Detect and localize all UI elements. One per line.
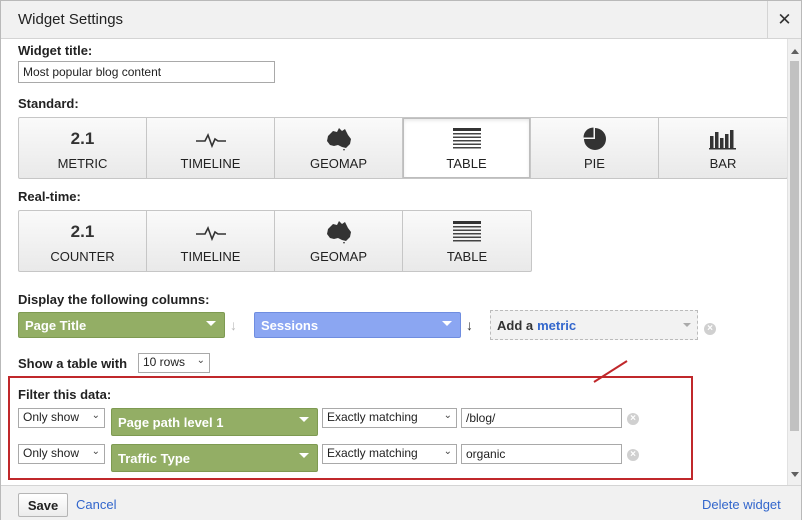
filter-match-value: Exactly matching: [327, 446, 418, 460]
realtime-viz-group: 2.1 COUNTER TIMELINE GEOMAP TABLE: [18, 210, 532, 272]
metric-value: Sessions: [261, 317, 319, 333]
sort-arrow-icon[interactable]: ↓: [466, 317, 473, 333]
standard-viz-group: 2.1 METRIC TIMELINE GEOMAP TABLE PIE BAR: [18, 117, 787, 179]
dialog-title: Widget Settings: [18, 11, 124, 28]
columns-label: Display the following columns:: [18, 292, 210, 307]
viz-label: TIMELINE: [180, 249, 241, 264]
delete-widget-link[interactable]: Delete widget: [702, 497, 781, 512]
realtime-viz-counter[interactable]: 2.1 COUNTER: [19, 211, 147, 271]
australia-map-icon: [326, 221, 351, 244]
chevron-down-icon: ⌄: [91, 446, 100, 457]
caret-down-icon: [299, 417, 309, 422]
save-button[interactable]: Save: [18, 493, 68, 517]
dimension-value: Page Title: [25, 317, 87, 333]
counter-number-icon: 2.1: [70, 222, 95, 241]
metric-number-icon: 2.1: [70, 129, 95, 148]
viz-label: TABLE: [446, 249, 488, 264]
realtime-viz-timeline[interactable]: TIMELINE: [147, 211, 275, 271]
add-metric-link: metric: [537, 317, 577, 333]
caret-down-icon: [206, 321, 216, 326]
standard-viz-geomap[interactable]: GEOMAP: [275, 118, 403, 178]
close-icon: ✕: [777, 9, 792, 29]
chevron-down-icon: ⌄: [443, 446, 452, 457]
table-icon: [453, 221, 481, 242]
pie-icon: [583, 127, 606, 150]
remove-filter-icon[interactable]: ×: [627, 449, 639, 461]
filter-match-value: Exactly matching: [327, 410, 418, 424]
sort-arrow-icon[interactable]: ↓: [230, 317, 237, 333]
table-icon: [452, 128, 481, 149]
timeline-icon: [195, 132, 226, 149]
filter-dimension-dropdown[interactable]: Traffic Type: [111, 444, 318, 472]
chevron-down-icon: ⌄: [443, 410, 452, 421]
realtime-viz-geomap[interactable]: GEOMAP: [275, 211, 403, 271]
realtime-viz-table[interactable]: TABLE: [403, 211, 531, 271]
table-rows-label: Show a table with: [18, 356, 128, 371]
bar-chart-icon: [709, 130, 736, 150]
filter-value-input[interactable]: [461, 408, 622, 428]
standard-viz-table[interactable]: TABLE: [403, 118, 531, 178]
dialog-content: Widget title: Standard: 2.1 METRIC TIMEL…: [1, 39, 787, 485]
table-rows-value: 10 rows: [143, 355, 186, 369]
caret-down-icon: [683, 323, 691, 327]
filter-dimension-dropdown[interactable]: Page path level 1: [111, 408, 318, 436]
viz-label: GEOMAP: [309, 156, 368, 171]
timeline-icon: [195, 225, 226, 242]
metric-dropdown[interactable]: Sessions: [254, 312, 461, 338]
standard-label: Standard:: [18, 96, 79, 111]
widget-title-input[interactable]: [18, 61, 275, 83]
close-button[interactable]: ✕: [767, 1, 801, 38]
filter-match-select[interactable]: Exactly matching ⌄: [322, 444, 457, 464]
filter-value-input[interactable]: [461, 444, 622, 464]
caret-down-icon: [442, 321, 452, 326]
filter-mode-select[interactable]: Only show ⌄: [18, 408, 105, 428]
scroll-down-icon[interactable]: [791, 472, 799, 477]
standard-viz-timeline[interactable]: TIMELINE: [147, 118, 275, 178]
filter-mode-value: Only show: [23, 446, 80, 460]
viz-label: TABLE: [446, 156, 487, 171]
cancel-link[interactable]: Cancel: [76, 497, 116, 512]
vertical-scrollbar[interactable]: [787, 39, 801, 485]
viz-label: GEOMAP: [309, 249, 368, 264]
realtime-label: Real-time:: [18, 189, 81, 204]
dimension-dropdown[interactable]: Page Title: [18, 312, 225, 338]
chevron-down-icon: ⌄: [91, 410, 100, 421]
viz-label: PIE: [584, 156, 605, 171]
viz-label: BAR: [709, 156, 737, 171]
filter-mode-value: Only show: [23, 410, 80, 424]
australia-map-icon: [326, 128, 351, 151]
viz-label: COUNTER: [50, 249, 115, 264]
filter-mode-select[interactable]: Only show ⌄: [18, 444, 105, 464]
remove-metric-icon[interactable]: ×: [704, 323, 716, 335]
filter-match-select[interactable]: Exactly matching ⌄: [322, 408, 457, 428]
scroll-up-icon[interactable]: [791, 49, 799, 54]
dialog-footer: Save Cancel Delete widget: [1, 485, 801, 520]
filter-dimension-value: Traffic Type: [118, 450, 191, 466]
standard-viz-bar[interactable]: BAR: [659, 118, 787, 178]
add-metric-prefix: Add a: [497, 317, 534, 333]
remove-filter-icon[interactable]: ×: [627, 413, 639, 425]
chevron-down-icon: ⌄: [196, 355, 205, 366]
widget-settings-dialog: Widget Settings ✕ Widget title: Standard…: [0, 0, 802, 520]
standard-viz-pie[interactable]: PIE: [531, 118, 659, 178]
widget-title-label: Widget title:: [18, 43, 93, 58]
filter-label: Filter this data:: [18, 387, 112, 402]
table-rows-select[interactable]: 10 rows ⌄: [138, 353, 210, 373]
viz-label: TIMELINE: [180, 156, 241, 171]
scroll-thumb[interactable]: [790, 61, 799, 431]
filter-dimension-value: Page path level 1: [118, 414, 224, 430]
caret-down-icon: [299, 453, 309, 458]
dialog-titlebar: Widget Settings ✕: [1, 1, 801, 39]
viz-label: METRIC: [57, 156, 108, 171]
add-metric-dropdown[interactable]: Add a metric: [490, 310, 698, 340]
standard-viz-metric[interactable]: 2.1 METRIC: [19, 118, 147, 178]
